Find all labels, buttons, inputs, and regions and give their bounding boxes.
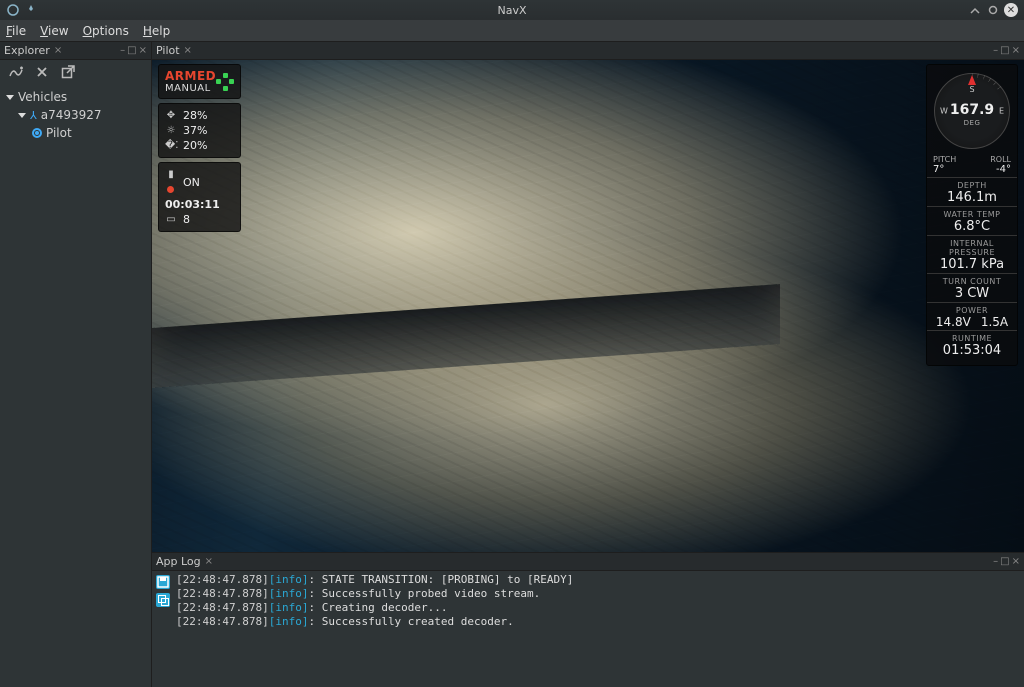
compass-e: E [999, 107, 1004, 116]
north-needle-icon [968, 75, 976, 85]
thrust-icon: ✥ [165, 108, 177, 123]
menu-help[interactable]: Help [143, 24, 170, 38]
applog-panel: App Log × – □ × [22:48:47.878][info]: ST… [152, 552, 1024, 687]
tree-root-vehicles[interactable]: Vehicles [4, 88, 147, 106]
thrust-value: 28% [183, 108, 207, 123]
pilot-tab-label: Pilot [156, 44, 180, 57]
pitch-value: 7° [933, 164, 944, 175]
power-label: POWER [931, 306, 1013, 315]
expand-icon [6, 95, 14, 100]
tree-vehicle-label: a7493927 [41, 108, 102, 122]
heading-unit: DEG [964, 119, 981, 127]
explorer-toolbar [0, 60, 151, 84]
panel-min-icon[interactable]: – [993, 45, 998, 56]
copy-log-icon[interactable] [156, 593, 170, 607]
press-label: INTERNAL PRESSURE [931, 239, 1013, 257]
vehicle-icon: ⅄ [30, 109, 37, 122]
applog-tab[interactable]: App Log × [156, 555, 213, 568]
amps-value: 1.5A [981, 315, 1008, 329]
save-log-icon[interactable] [156, 575, 170, 589]
runtime-label: RUNTIME [931, 334, 1013, 343]
heading-value: 167.9 [950, 102, 994, 118]
clips-icon: ▭ [165, 212, 177, 227]
tree-root-label: Vehicles [18, 90, 67, 104]
recording-card: ▮ ON 00:03:11 ▭ 8 [158, 162, 241, 232]
explorer-tree: Vehicles ⅄ a7493927 Pilot [0, 84, 151, 146]
turns-label: TURN COUNT [931, 277, 1013, 286]
roll-value: -4° [996, 164, 1011, 175]
temp-value: 6.8°C [931, 219, 1013, 234]
panel-max-icon[interactable]: □ [1000, 45, 1009, 56]
rec-elapsed: 00:03:11 [165, 197, 220, 212]
depth-value: 146.1m [931, 190, 1013, 205]
app-menu-icon[interactable] [6, 3, 20, 17]
depth-label: DEPTH [931, 181, 1013, 190]
applog-tab-label: App Log [156, 555, 201, 568]
expand-icon [18, 113, 26, 118]
status-card: ARMED MANUAL [158, 64, 241, 99]
camera-icon: ▮ [165, 167, 177, 197]
close-tab-icon[interactable]: × [184, 45, 192, 56]
minimize-icon[interactable] [968, 3, 982, 17]
pilot-panel: Pilot × – □ × ARMED [152, 42, 1024, 552]
panel-max-icon[interactable]: □ [1000, 556, 1009, 567]
press-value: 101.7 kPa [931, 257, 1013, 272]
menu-options[interactable]: Options [83, 24, 129, 38]
explorer-tab[interactable]: Explorer × [4, 44, 62, 57]
light-icon: ☼ [165, 123, 177, 138]
compass-s: S [969, 85, 974, 94]
panel-max-icon[interactable]: □ [127, 45, 136, 56]
pin-icon[interactable] [24, 3, 38, 17]
camera-feed [152, 60, 1024, 552]
explorer-panel: Explorer × – □ × Vehicles [0, 42, 152, 687]
gains-card: ✥ 28% ☼ 37% �⁚ 20% [158, 103, 241, 158]
menu-view[interactable]: View [40, 24, 68, 38]
close-icon[interactable]: ✕ [1004, 3, 1018, 17]
joystick-icon [216, 73, 234, 91]
active-indicator-icon [32, 128, 42, 138]
telemetry-card: S W E 167.9 DEG PITCH ROLL 7° -4° DEPTH146… [926, 64, 1018, 366]
tree-pilot[interactable]: Pilot [4, 124, 147, 142]
tilt-icon: �⁚ [165, 138, 177, 153]
panel-close-icon[interactable]: × [1012, 45, 1020, 56]
close-tab-icon[interactable]: × [205, 556, 213, 567]
close-tab-icon[interactable]: × [54, 45, 62, 56]
compass: S W E 167.9 DEG [930, 69, 1014, 153]
mode-label: MANUAL [165, 83, 216, 94]
compass-w: W [940, 107, 948, 116]
light-value: 37% [183, 123, 207, 138]
tree-pilot-label: Pilot [46, 126, 72, 140]
maximize-icon[interactable] [986, 3, 1000, 17]
menu-file[interactable]: File [6, 24, 26, 38]
remove-icon[interactable] [34, 64, 50, 80]
pitch-label: PITCH [933, 155, 956, 164]
log-output[interactable]: [22:48:47.878][info]: STATE TRANSITION: … [176, 573, 573, 685]
panel-close-icon[interactable]: × [1012, 556, 1020, 567]
pilot-tab[interactable]: Pilot × [156, 44, 192, 57]
tilt-value: 20% [183, 138, 207, 153]
turns-value: 3 CW [931, 286, 1013, 301]
rec-state: ON [183, 175, 200, 190]
video-viewport[interactable]: ARMED MANUAL ✥28% ☼37% �⁚20% ▮ON 00:0 [152, 60, 1024, 552]
add-connection-icon[interactable] [8, 64, 24, 80]
window-title: NavX [497, 4, 526, 17]
armed-label: ARMED [165, 69, 216, 83]
explorer-tab-label: Explorer [4, 44, 50, 57]
panel-min-icon[interactable]: – [993, 556, 998, 567]
volts-value: 14.8V [936, 315, 971, 329]
tree-vehicle[interactable]: ⅄ a7493927 [4, 106, 147, 124]
roll-label: ROLL [990, 155, 1011, 164]
runtime-value: 01:53:04 [931, 343, 1013, 358]
rec-clips: 8 [183, 212, 190, 227]
temp-label: WATER TEMP [931, 210, 1013, 219]
panel-min-icon[interactable]: – [120, 45, 125, 56]
panel-close-icon[interactable]: × [139, 45, 147, 56]
menu-bar: File View Options Help [0, 20, 1024, 42]
open-external-icon[interactable] [60, 64, 76, 80]
window-titlebar: NavX ✕ [0, 0, 1024, 20]
